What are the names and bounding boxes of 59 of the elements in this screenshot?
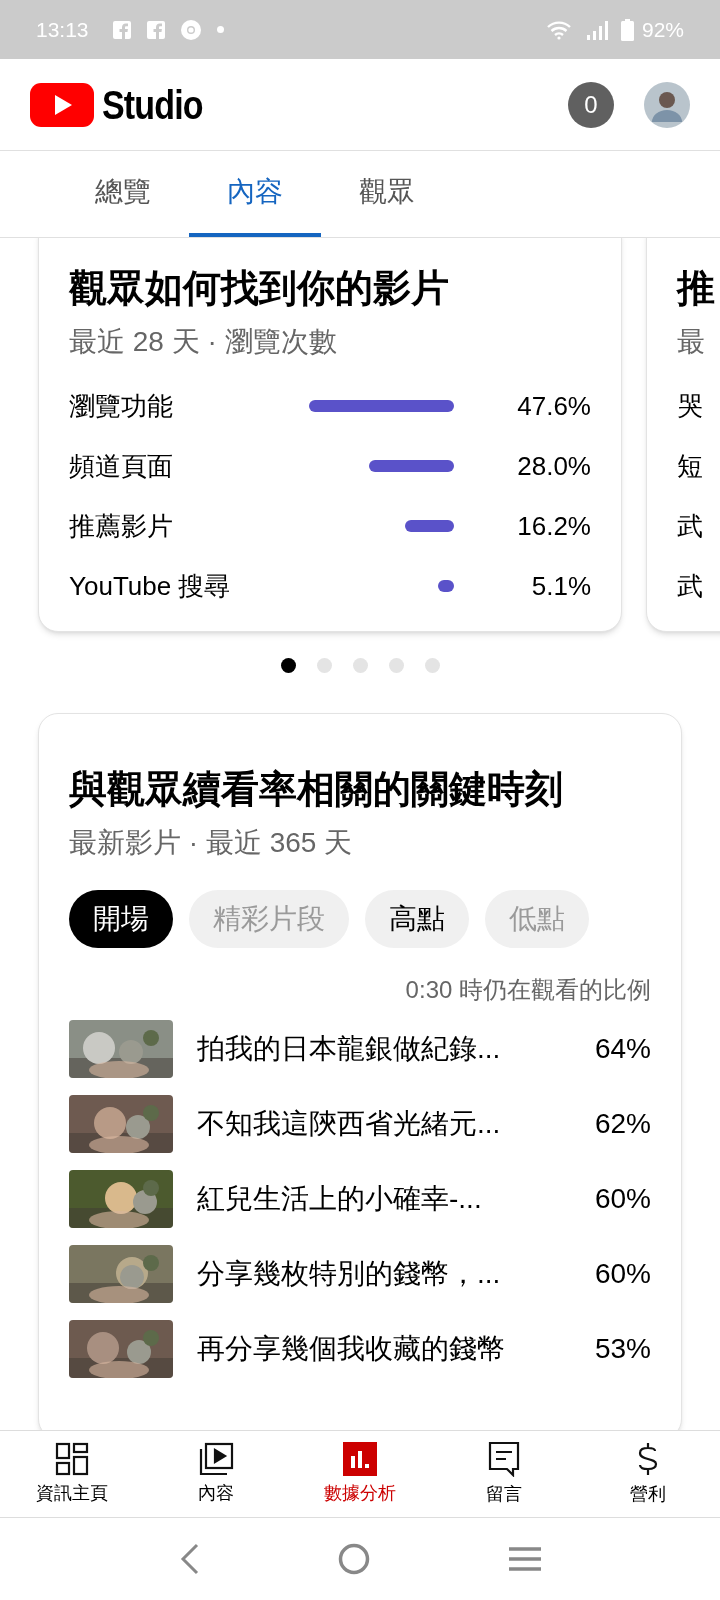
notification-count[interactable]: 0	[568, 81, 614, 128]
wifi-icon	[546, 19, 571, 40]
video-title[interactable]: 紅兒生活上的小確幸-...	[197, 1178, 571, 1220]
retention-percent: 64%	[594, 1032, 651, 1066]
video-title[interactable]: 再分享幾個我收藏的錢幣	[197, 1328, 571, 1370]
traffic-source-label: 頻道頁面	[69, 449, 174, 483]
retention-percent: 53%	[594, 1332, 651, 1366]
back-icon[interactable]	[179, 1543, 200, 1575]
avatar[interactable]	[644, 81, 690, 128]
bar	[438, 580, 454, 592]
browser-icon	[180, 19, 201, 40]
play-logo-icon	[30, 82, 94, 127]
nav-item[interactable]: 留言	[432, 1431, 576, 1517]
video-title[interactable]: 拍我的日本龍銀做紀錄...	[197, 1028, 571, 1070]
card-title: 觀眾如何找到你的影片	[69, 266, 450, 311]
nav-item[interactable]: 內容	[144, 1431, 288, 1517]
dot-icon	[216, 26, 224, 33]
nav-item[interactable]: 數據分析	[288, 1431, 432, 1517]
dollar-icon	[637, 1440, 659, 1477]
video-title[interactable]: 分享幾枚特別的錢幣，...	[197, 1253, 571, 1295]
bar-chart-icon	[343, 1441, 377, 1476]
card-title: 與觀眾續看率相關的關鍵時刻	[69, 767, 564, 812]
traffic-source-label: 哭	[677, 389, 703, 423]
signal-icon	[586, 19, 609, 40]
bar	[404, 520, 454, 532]
menu-icon[interactable]	[508, 1546, 541, 1572]
percentage: 16.2%	[516, 509, 591, 543]
dashboard-icon	[55, 1441, 89, 1476]
card-subtitle: 最	[677, 325, 706, 359]
retention-percent: 62%	[594, 1107, 651, 1141]
percentage: 5.1%	[530, 569, 591, 603]
traffic-source-label: 武	[677, 509, 703, 543]
tab[interactable]: 總覽	[57, 151, 189, 237]
traffic-source-label: 瀏覽功能	[69, 389, 174, 423]
column-label: 0:30 時仍在觀看的比例	[404, 975, 651, 1005]
tab[interactable]: 觀眾	[321, 151, 453, 237]
retention-percent: 60%	[594, 1257, 651, 1291]
home-icon[interactable]	[338, 1543, 370, 1575]
card-subtitle: 最近 28 天 · 瀏覽次數	[69, 325, 338, 359]
percentage: 47.6%	[516, 389, 591, 423]
traffic-source-label: 武	[677, 569, 703, 603]
facebook-icon	[146, 20, 165, 39]
traffic-source-label: 推薦影片	[69, 509, 174, 543]
video-title[interactable]: 不知我這陝西省光緒元...	[197, 1103, 571, 1145]
comment-icon	[488, 1440, 520, 1477]
traffic-source-label: YouTube 搜尋	[69, 569, 232, 603]
card-title: 推	[677, 266, 716, 311]
facebook-icon	[112, 20, 131, 39]
logo-text: Studio	[102, 81, 203, 129]
traffic-source-label: 短	[677, 449, 703, 483]
retention-percent: 60%	[594, 1182, 651, 1216]
percentage: 28.0%	[516, 449, 591, 483]
nav-item[interactable]: 營利	[576, 1431, 720, 1517]
battery-icon	[620, 18, 634, 41]
nav-item[interactable]: 資訊主頁	[0, 1431, 144, 1517]
card-subtitle: 最新影片 · 最近 365 天	[69, 826, 354, 860]
filter-chip[interactable]: 開場	[69, 890, 173, 948]
filter-chip[interactable]: 高點	[365, 890, 469, 948]
video-library-icon	[198, 1441, 234, 1476]
